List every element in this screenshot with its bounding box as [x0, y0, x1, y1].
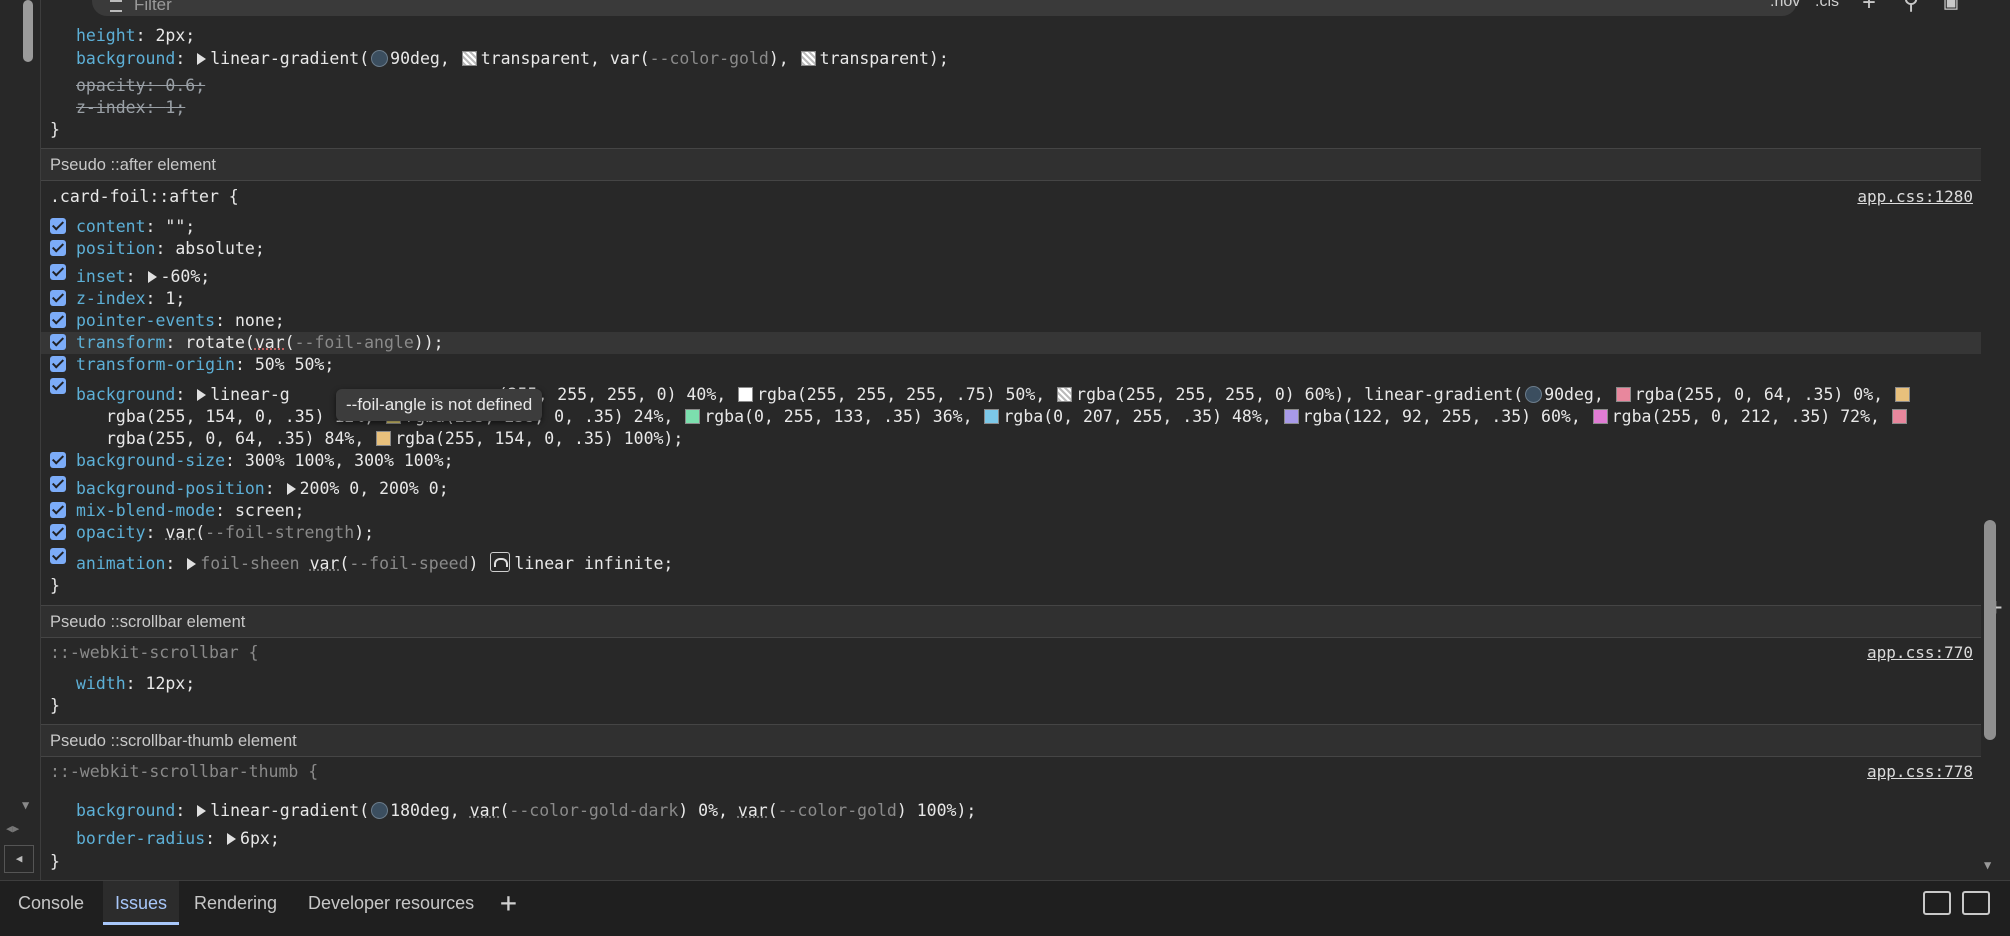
expand-triangle-icon[interactable] [187, 558, 196, 570]
styles-pane: height: 2px; background: linear-gradient… [41, 22, 1981, 880]
filter-input[interactable]: Filter [92, 0, 1797, 16]
variable-tooltip: --foil-angle is not defined [336, 389, 542, 421]
scrollbar-selector[interactable]: ::-webkit-scrollbar { [50, 642, 259, 664]
scrollbar-thumb-close-brace: } [50, 851, 60, 873]
drawer-tabbar: Console Issues Rendering Developer resou… [0, 880, 2010, 936]
dock-side-icon[interactable] [1923, 891, 1951, 915]
angle-picker-icon[interactable] [371, 802, 388, 819]
pseudo-scrollbar-header: Pseudo ::scrollbar element [41, 605, 1981, 638]
toggle-background-size-checkbox[interactable] [50, 452, 66, 468]
decl-height[interactable]: height: 2px; [76, 25, 195, 47]
rule-close-brace: } [50, 119, 60, 141]
color-swatch-icon[interactable] [738, 387, 753, 402]
styles-toolbar: Filter [40, 0, 2005, 22]
new-style-rule-icon[interactable]: + [1858, 0, 1880, 14]
easing-editor-icon[interactable] [490, 552, 510, 572]
decl-pointer-events[interactable]: pointer-events: none; [76, 310, 285, 332]
after-source-link[interactable]: app.css:1280 [1857, 186, 1973, 208]
scroll-down-icon[interactable]: ▼ [1984, 858, 1991, 872]
decl-animation[interactable]: animation: foil-sheen var(--foil-speed) … [76, 552, 673, 574]
decl-background[interactable]: background: linear-gradient(90deg, trans… [76, 48, 949, 70]
expand-triangle-icon[interactable] [197, 805, 206, 817]
color-swatch-icon[interactable] [1892, 409, 1907, 424]
toggle-content-checkbox[interactable] [50, 218, 66, 234]
color-swatch-icon[interactable] [1057, 387, 1072, 402]
color-swatch-icon[interactable] [462, 51, 477, 66]
after-close-brace: } [50, 575, 60, 597]
close-drawer-icon[interactable] [1962, 891, 1990, 915]
toggle-zindex-checkbox[interactable] [50, 290, 66, 306]
scrollbar-source-link[interactable]: app.css:770 [1867, 642, 1973, 664]
decl-background-gradient-cont2: rgba(255, 0, 64, .35) 84%, rgba(255, 154… [106, 428, 683, 450]
cls-toggle-button[interactable]: .cls [1815, 0, 1839, 11]
color-swatch-icon[interactable] [1616, 387, 1631, 402]
expand-triangle-icon[interactable] [287, 483, 296, 495]
angle-picker-icon[interactable] [371, 50, 388, 67]
toggle-position-checkbox[interactable] [50, 240, 66, 256]
decl-z-index[interactable]: z-index: 1; [76, 288, 185, 310]
left-gutter: ▼ ◀▶ ◀ [0, 0, 41, 880]
decl-thumb-background[interactable]: background: linear-gradient(180deg, var(… [76, 800, 976, 822]
scrollbar-thumb-selector[interactable]: ::-webkit-scrollbar-thumb { [50, 761, 318, 783]
color-swatch-icon[interactable] [1284, 409, 1299, 424]
left-scrollbar-thumb[interactable] [23, 0, 33, 62]
scrollbar-close-brace: } [50, 695, 60, 717]
decl-mix-blend-mode[interactable]: mix-blend-mode: screen; [76, 500, 305, 522]
decl-transform[interactable]: transform: rotate(var(--foil-angle)); [76, 332, 444, 354]
decl-position[interactable]: position: absolute; [76, 238, 265, 260]
color-swatch-icon[interactable] [1593, 409, 1608, 424]
color-swatch-icon[interactable] [1895, 387, 1910, 402]
color-swatch-icon[interactable] [685, 409, 700, 424]
styles-scrollbar-thumb[interactable] [1984, 520, 1996, 740]
color-swatch-icon[interactable] [376, 431, 391, 446]
toggle-pointer-events-checkbox[interactable] [50, 312, 66, 328]
toggle-mix-blend-mode-checkbox[interactable] [50, 502, 66, 518]
tab-issues[interactable]: Issues [103, 881, 179, 925]
decl-background-size[interactable]: background-size: 300% 100%, 300% 100%; [76, 450, 454, 472]
tab-console[interactable]: Console [6, 881, 96, 925]
color-swatch-icon[interactable] [801, 51, 816, 66]
hov-toggle-button[interactable]: :hov [1770, 0, 1800, 11]
pseudo-after-header: Pseudo ::after element [41, 148, 1981, 181]
scroll-down-icon[interactable]: ▼ [22, 798, 29, 812]
split-toggle-icon[interactable]: ◀▶ [6, 822, 19, 835]
decl-content[interactable]: content: ""; [76, 216, 195, 238]
expand-triangle-icon[interactable] [148, 271, 157, 283]
filter-icon [110, 0, 122, 12]
angle-picker-icon[interactable] [1525, 386, 1542, 403]
toggle-transform-origin-checkbox[interactable] [50, 356, 66, 372]
decl-border-radius[interactable]: border-radius: 6px; [76, 828, 280, 850]
computed-sidebar-icon[interactable]: ▣ [1940, 0, 1962, 14]
after-selector[interactable]: .card-foil::after { [50, 186, 239, 208]
expand-triangle-icon[interactable] [197, 53, 206, 65]
decl-background-position[interactable]: background-position: 200% 0, 200% 0; [76, 478, 449, 500]
toggle-animation-checkbox[interactable] [50, 548, 66, 564]
toggle-opacity-checkbox[interactable] [50, 524, 66, 540]
scrollbar-thumb-source-link[interactable]: app.css:778 [1867, 761, 1973, 783]
pseudo-scrollbar-thumb-header: Pseudo ::scrollbar-thumb element [41, 724, 1981, 757]
decl-zindex-overridden[interactable]: z-index: 1; [76, 97, 185, 119]
toggle-inset-checkbox[interactable] [50, 264, 66, 280]
element-state-icon[interactable]: ⚲ [1900, 0, 1922, 14]
decl-transform-origin[interactable]: transform-origin: 50% 50%; [76, 354, 334, 376]
decl-opacity-overridden[interactable]: opacity: 0.6; [76, 75, 205, 97]
toggle-background-position-checkbox[interactable] [50, 476, 66, 492]
add-tab-icon[interactable]: + [500, 886, 517, 919]
decl-inset[interactable]: inset: -60%; [76, 266, 210, 288]
decl-width[interactable]: width: 12px; [76, 673, 195, 695]
collapse-left-button[interactable]: ◀ [4, 845, 34, 873]
filter-placeholder: Filter [134, 0, 172, 15]
color-swatch-icon[interactable] [984, 409, 999, 424]
expand-triangle-icon[interactable] [197, 389, 206, 401]
decl-opacity[interactable]: opacity: var(--foil-strength); [76, 522, 374, 544]
tab-developer-resources[interactable]: Developer resources [296, 881, 486, 925]
toggle-transform-checkbox[interactable] [50, 334, 66, 350]
toggle-background-checkbox[interactable] [50, 378, 66, 394]
expand-triangle-icon[interactable] [227, 833, 236, 845]
tab-rendering[interactable]: Rendering [182, 881, 289, 925]
